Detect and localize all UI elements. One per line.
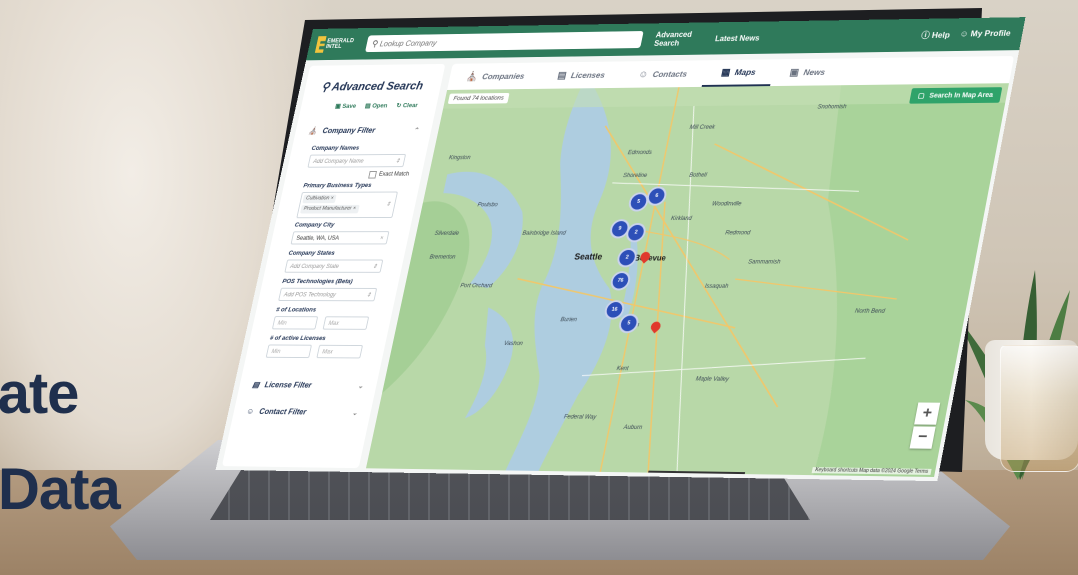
map-icon: ▦ xyxy=(720,67,732,78)
save-button[interactable]: ▣ Save xyxy=(334,102,356,110)
chevron-up-icon: ⌃ xyxy=(412,127,420,134)
company-names-label: Company Names xyxy=(310,144,360,152)
sidebar-title: ⚲ Advanced Search xyxy=(320,79,425,94)
zoom-out-button[interactable]: − xyxy=(909,426,936,449)
tab-contacts[interactable]: ☺ Contacts xyxy=(619,60,707,88)
license-icon: ▤ xyxy=(556,70,568,81)
tab-news[interactable]: ▣ News xyxy=(770,58,845,86)
locations-max-input[interactable]: Max xyxy=(322,316,370,330)
license-icon: ▤ xyxy=(251,380,261,390)
chevron-down-icon: ⌄ xyxy=(351,409,359,417)
found-locations-label: Found 74 locations xyxy=(447,92,510,104)
map-label-maple-valley: Maple Valley xyxy=(695,376,730,383)
active-licenses-label: # of active Licenses xyxy=(269,335,327,342)
pos-technologies-label: POS Technologies (Beta) xyxy=(281,278,354,286)
news-icon: ▣ xyxy=(788,67,800,78)
nav-latest-news[interactable]: Latest News xyxy=(714,33,763,42)
clear-x-icon[interactable]: × xyxy=(379,232,385,245)
chip-cultivation[interactable]: Cultivation × xyxy=(302,194,337,204)
contact-filter-header[interactable]: ☺ Contact Filter ⌄ xyxy=(246,407,359,417)
company-city-label: Company City xyxy=(294,221,335,229)
map-label-port-orchard: Port Orchard xyxy=(459,283,493,290)
chevron-down-icon: ⌄ xyxy=(357,382,365,390)
licenses-min-input[interactable]: Min xyxy=(265,344,312,359)
logo-line-2: INTEL xyxy=(325,44,343,50)
exact-match-checkbox[interactable]: Exact Match xyxy=(368,171,410,179)
locations-label: # of Locations xyxy=(275,306,317,314)
pos-technologies-field[interactable]: Add POS Technology ⇕ xyxy=(278,287,378,302)
map-label-federal-way: Federal Way xyxy=(563,414,597,421)
contacts-icon: ☺ xyxy=(245,407,255,416)
laptop-screen: EMERALD INTEL ⚲ Advanced Search Latest N… xyxy=(0,0,1078,575)
map-label-silverdale: Silverdale xyxy=(433,231,460,237)
company-names-field[interactable]: Add Company Name ⇕ xyxy=(307,153,407,168)
company-lookup-input[interactable] xyxy=(377,34,622,49)
square-icon: ▢ xyxy=(917,92,926,100)
building-icon: ⛪ xyxy=(465,71,479,82)
search-in-map-area-button[interactable]: ▢ Search In Map Area xyxy=(908,87,1003,104)
profile-link[interactable]: ☺ My Profile xyxy=(959,28,1012,40)
map-label-redmond: Redmond xyxy=(724,230,751,237)
map-label-kingston: Kingston xyxy=(448,155,471,162)
map-label-mill-creek: Mill Creek xyxy=(688,124,716,131)
map-label-auburn: Auburn xyxy=(623,424,643,432)
map-label-vashon: Vashon xyxy=(503,341,524,348)
map-label-bremerton: Bremerton xyxy=(428,254,456,261)
business-types-label: Primary Business Types xyxy=(302,182,373,190)
company-states-label: Company States xyxy=(287,250,336,257)
contacts-icon: ☺ xyxy=(637,69,650,80)
horizontal-scrollbar[interactable] xyxy=(648,470,746,475)
map-label-issaquah: Issaquah xyxy=(704,283,729,290)
chip-product-manufacturer[interactable]: Product Manufacturer × xyxy=(300,204,360,214)
tab-licenses[interactable]: ▤ Licenses xyxy=(538,61,624,88)
open-button[interactable]: ▤ Open xyxy=(364,102,388,110)
licenses-max-input[interactable]: Max xyxy=(316,344,364,359)
company-states-field[interactable]: Add Company State ⇕ xyxy=(284,259,384,273)
tab-maps[interactable]: ▦ Maps xyxy=(701,59,776,87)
map-terrain xyxy=(365,83,1009,478)
help-link[interactable]: ⓘ Help xyxy=(920,29,951,41)
map-label-sammamish: Sammamish xyxy=(747,259,781,266)
map-label-north-bend: North Bend xyxy=(854,308,886,315)
locations-min-input[interactable]: Min xyxy=(271,316,319,330)
zoom-in-button[interactable]: + xyxy=(914,402,941,425)
map-label-shoreline: Shoreline xyxy=(622,173,648,180)
map-label-bothell: Bothell xyxy=(688,172,708,179)
tab-companies[interactable]: ⛪ Companies xyxy=(447,63,544,90)
map-label-edmonds: Edmonds xyxy=(627,150,653,157)
map-label-kirkland: Kirkland xyxy=(670,216,693,222)
company-filter-header[interactable]: ⛪ Company Filter ⌃ xyxy=(307,126,419,135)
dropdown-icon: ⇕ xyxy=(365,292,372,299)
nav-advanced-search[interactable]: Advanced Search xyxy=(653,30,703,48)
building-icon: ⛪ xyxy=(307,126,319,136)
company-city-field[interactable]: Seattle, WA, USA × xyxy=(290,231,390,245)
app-window: EMERALD INTEL ⚲ Advanced Search Latest N… xyxy=(215,17,1026,482)
license-filter-header[interactable]: ▤ License Filter ⌄ xyxy=(252,380,365,390)
map-label-seattle: Seattle xyxy=(573,251,604,262)
map-label-kent: Kent xyxy=(615,366,629,373)
map-view[interactable]: Kingston Edmonds Mill Creek Snohomish Po… xyxy=(365,83,1009,478)
company-lookup-search[interactable]: ⚲ xyxy=(365,31,644,53)
map-label-burien: Burien xyxy=(559,317,578,324)
map-label-snohomish: Snohomish xyxy=(816,104,847,111)
business-types-field[interactable]: Cultivation × Product Manufacturer × ⇕ xyxy=(296,191,398,219)
dropdown-icon: ⇕ xyxy=(371,264,378,270)
dropdown-icon: ⇕ xyxy=(394,158,401,165)
app-logo[interactable]: EMERALD INTEL xyxy=(314,34,356,55)
map-label-bainbridge: Bainbridge Island xyxy=(521,230,567,237)
map-label-poulsbo: Poulsbo xyxy=(476,202,499,209)
dropdown-icon: ⇕ xyxy=(385,201,392,208)
map-label-woodinville: Woodinville xyxy=(711,201,742,208)
clear-button[interactable]: ↻ Clear xyxy=(396,101,419,109)
